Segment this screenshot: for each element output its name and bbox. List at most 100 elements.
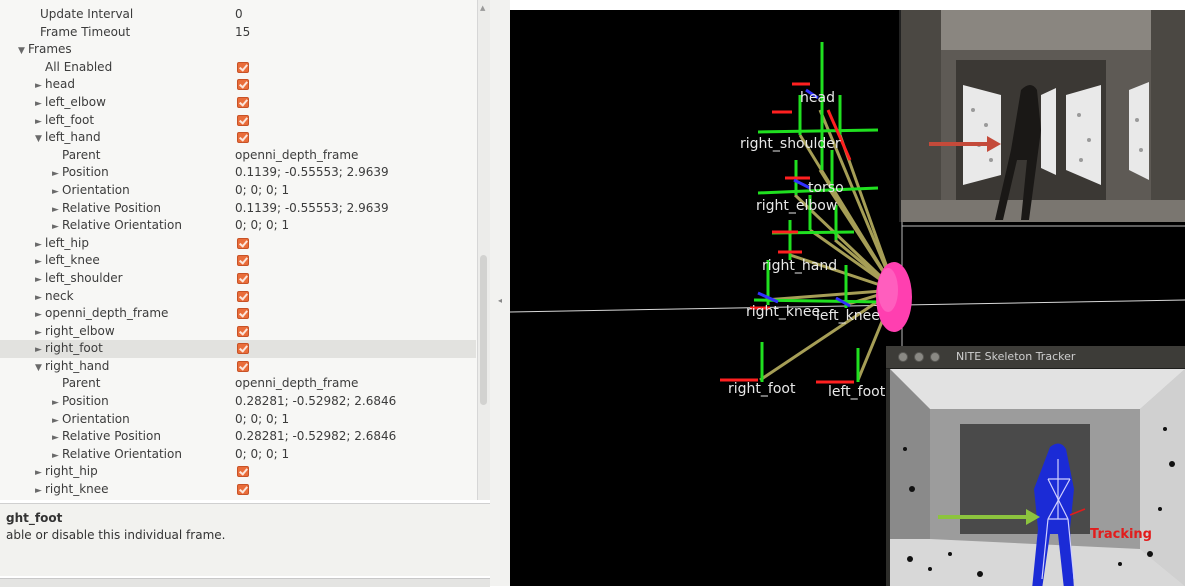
- property-row[interactable]: ► left_foot: [0, 112, 476, 130]
- tracker-title: NITE Skeleton Tracker: [956, 350, 1076, 363]
- property-label: left_foot: [45, 112, 95, 127]
- property-row[interactable]: ► Relative Position 0.1139; -0.55553; 2.96…: [0, 200, 476, 218]
- tracker-title-bar[interactable]: NITE Skeleton Tracker: [886, 346, 1185, 369]
- property-row[interactable]: ► Orientation 0; 0; 0; 1: [0, 182, 476, 200]
- property-value: 0; 0; 0; 1: [235, 411, 290, 426]
- property-row[interactable]: ► Relative Orientation 0; 0; 0; 1: [0, 446, 476, 464]
- property-row[interactable]: Parent openni_depth_frame: [0, 147, 476, 165]
- property-name: Parent: [62, 375, 100, 393]
- property-label: Orientation: [62, 411, 130, 426]
- property-row[interactable]: ► right_hip: [0, 463, 476, 481]
- property-row[interactable]: ► Position 0.1139; -0.55553; 2.9639: [0, 164, 476, 182]
- property-value: openni_depth_frame: [235, 147, 359, 162]
- property-row[interactable]: ► head: [0, 76, 476, 94]
- property-scrollbar[interactable]: ▲: [477, 0, 490, 500]
- camera-scene: [901, 10, 1185, 222]
- enabled-checkbox[interactable]: [237, 79, 249, 91]
- property-row[interactable]: ▼ right_hand: [0, 358, 476, 376]
- label-left-foot: left_foot: [828, 384, 886, 400]
- minimize-window-icon[interactable]: [914, 352, 924, 362]
- property-value: 0.28281; -0.52982; 2.6846: [235, 394, 397, 409]
- property-label: Position: [62, 394, 109, 409]
- property-value: 0; 0; 0; 1: [235, 218, 290, 233]
- property-name: Update Interval: [40, 6, 133, 24]
- enabled-checkbox[interactable]: [237, 343, 249, 355]
- label-head: head: [800, 90, 835, 106]
- property-label: Parent: [62, 147, 101, 162]
- property-row[interactable]: ► right_knee: [0, 481, 476, 499]
- enabled-checkbox[interactable]: [237, 272, 249, 284]
- property-row[interactable]: ► Relative Position 0.28281; -0.52982; 2.6…: [0, 428, 476, 446]
- description-title: ght_foot: [6, 511, 63, 525]
- enabled-checkbox[interactable]: [237, 96, 249, 108]
- property-row[interactable]: ► Position 0.28281; -0.52982; 2.6846: [0, 393, 476, 411]
- property-row[interactable]: Parent openni_depth_frame: [0, 375, 476, 393]
- property-name: ► right_knee: [35, 481, 109, 500]
- property-name: All Enabled: [45, 59, 112, 77]
- property-row[interactable]: ► right_foot: [0, 340, 476, 358]
- property-row[interactable]: ► right_elbow: [0, 323, 476, 341]
- property-row[interactable]: ► Orientation 0; 0; 0; 1: [0, 411, 476, 429]
- enabled-checkbox[interactable]: [237, 114, 249, 126]
- property-row[interactable]: ► openni_depth_frame: [0, 305, 476, 323]
- property-row[interactable]: Update Interval 0: [0, 6, 476, 24]
- collapsed-arrow-icon[interactable]: ►: [35, 483, 45, 500]
- property-description: ght_foot able or disable this individual…: [0, 503, 490, 576]
- enabled-checkbox[interactable]: [237, 360, 249, 372]
- property-label: left_hand: [45, 130, 101, 145]
- enabled-checkbox[interactable]: [237, 255, 249, 267]
- property-row[interactable]: ► left_knee: [0, 252, 476, 270]
- skeleton-tracker-window[interactable]: NITE Skeleton Tracker Tracking: [886, 346, 1185, 586]
- property-label: left_hip: [45, 235, 89, 250]
- property-label: All Enabled: [45, 59, 113, 74]
- enabled-checkbox[interactable]: [237, 61, 249, 73]
- depth-image: Tracking: [890, 369, 1185, 586]
- maximize-window-icon[interactable]: [930, 352, 940, 362]
- property-label: openni_depth_frame: [45, 306, 169, 321]
- enabled-checkbox[interactable]: [237, 237, 249, 249]
- property-label: Update Interval: [40, 7, 134, 21]
- property-row[interactable]: ► left_elbow: [0, 94, 476, 112]
- property-label: left_knee: [45, 253, 100, 268]
- property-row[interactable]: Frame Timeout 15: [0, 24, 476, 42]
- enabled-checkbox[interactable]: [237, 308, 249, 320]
- property-label: right_elbow: [45, 323, 115, 338]
- property-value: 0: [235, 7, 243, 21]
- property-label: Relative Orientation: [62, 446, 182, 461]
- property-label: neck: [45, 288, 74, 303]
- cursor-marker-highlight: [878, 268, 898, 312]
- property-value: 0; 0; 0; 1: [235, 446, 290, 461]
- label-right-shoulder: right_shoulder: [740, 136, 841, 152]
- depth-scene: [890, 369, 1185, 586]
- property-label: Position: [62, 165, 109, 180]
- enabled-checkbox[interactable]: [237, 132, 249, 144]
- close-window-icon[interactable]: [898, 352, 908, 362]
- enabled-checkbox[interactable]: [237, 290, 249, 302]
- property-label: Relative Position: [62, 429, 161, 444]
- scroll-up-icon[interactable]: ▲: [480, 4, 487, 12]
- property-row[interactable]: All Enabled: [0, 59, 476, 77]
- tracking-status: Tracking: [1090, 527, 1152, 542]
- property-value: 0.1139; -0.55553; 2.9639: [235, 165, 389, 180]
- property-label: left_elbow: [45, 94, 106, 109]
- property-row[interactable]: ▼ Frames: [0, 41, 476, 59]
- splitter-handle-icon[interactable]: ◂: [498, 296, 502, 305]
- enabled-checkbox[interactable]: [237, 466, 249, 478]
- property-row[interactable]: ► left_hip: [0, 235, 476, 253]
- property-label: Relative Position: [62, 200, 161, 215]
- label-torso: torso: [808, 180, 844, 196]
- property-label: left_shoulder: [45, 270, 123, 285]
- properties-panel: Update Interval 0 Frame Timeout 15 ▼ Frames Al…: [0, 0, 491, 500]
- scrollbar-thumb[interactable]: [480, 255, 487, 405]
- property-label: right_hand: [45, 358, 110, 373]
- enabled-checkbox[interactable]: [237, 484, 249, 496]
- property-row[interactable]: ► left_shoulder: [0, 270, 476, 288]
- panel-splitter[interactable]: ◂: [490, 0, 510, 586]
- property-label: Orientation: [62, 182, 130, 197]
- enabled-checkbox[interactable]: [237, 325, 249, 337]
- property-row[interactable]: ▼ left_hand: [0, 129, 476, 147]
- label-right-hand: right_hand: [762, 258, 837, 274]
- property-row[interactable]: ► Relative Orientation 0; 0; 0; 1: [0, 217, 476, 235]
- property-row[interactable]: ► neck: [0, 288, 476, 306]
- description-text: able or disable this individual frame.: [6, 528, 226, 542]
